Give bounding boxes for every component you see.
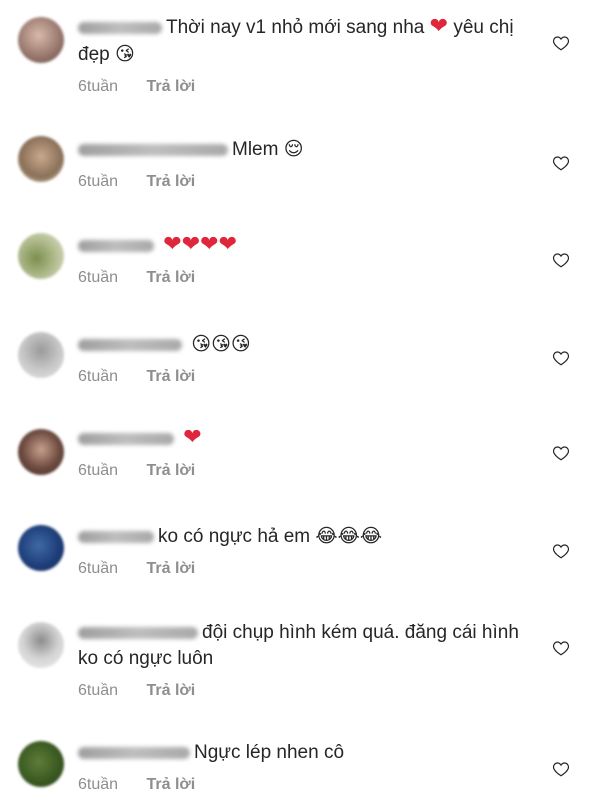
comment-list: Thời nay v1 nhỏ mới sang nha ❤ yêu chị đ…	[0, 0, 600, 798]
comment-item: đội chụp hình kém quá. đăng cái hình ko …	[0, 598, 600, 718]
comment-text: ❤❤❤❤	[78, 232, 530, 259]
heart-outline-icon	[552, 641, 570, 656]
reply-button[interactable]: Trả lời	[147, 269, 196, 286]
username[interactable]	[78, 530, 154, 543]
red-heart-emoji: ❤	[181, 232, 201, 257]
comment-time: 6tuần	[78, 269, 119, 286]
heart-outline-icon	[552, 351, 570, 366]
red-heart-emoji: ❤	[218, 232, 238, 257]
username[interactable]	[78, 338, 182, 351]
reply-button[interactable]: Trả lời	[147, 560, 196, 577]
heart-outline-icon	[552, 762, 570, 777]
comment-meta: 6tuần Trả lời	[78, 776, 530, 794]
comment-item: Ngực lép nhen cô 6tuần Trả lời	[0, 718, 600, 798]
username[interactable]	[78, 626, 198, 639]
comment-meta: 6tuần Trả lời	[78, 462, 530, 480]
red-heart-emoji: ❤	[163, 232, 182, 257]
like-button[interactable]	[550, 637, 572, 659]
comment-item: ❤❤❤❤ 6tuần Trả lời	[0, 210, 600, 307]
comment-meta: 6tuần Trả lời	[78, 682, 520, 700]
relieved-emoji: 😌	[283, 138, 304, 160]
comment-item: 😘😘😘 6tuần Trả lời	[0, 307, 600, 404]
username[interactable]	[78, 746, 190, 759]
comment-text: Ngực lép nhen cô	[78, 740, 530, 766]
avatar[interactable]	[18, 525, 64, 571]
avatar[interactable]	[18, 136, 64, 182]
username[interactable]	[78, 143, 228, 156]
red-heart-emoji: ❤	[429, 14, 449, 39]
comment-meta: 6tuần Trả lời	[78, 269, 530, 287]
avatar[interactable]	[18, 17, 64, 63]
heart-outline-icon	[552, 544, 570, 559]
laughing-emoji: 😂	[337, 525, 360, 547]
comment-time: 6tuần	[78, 560, 119, 577]
kiss-emoji: 😘	[211, 333, 231, 355]
reply-button[interactable]: Trả lời	[147, 462, 196, 479]
username[interactable]	[78, 239, 154, 252]
comment-text: 😘😘😘	[78, 331, 530, 358]
comment-item: ❤ 6tuần Trả lời	[0, 404, 600, 501]
comment-text: ❤	[78, 425, 530, 452]
comment-meta: 6tuần Trả lời	[78, 173, 530, 191]
comment-time: 6tuần	[78, 173, 119, 190]
username[interactable]	[78, 432, 174, 445]
comment-time: 6tuần	[78, 462, 119, 479]
kiss-emoji: 😘	[230, 333, 251, 355]
comment-text: đội chụp hình kém quá. đăng cái hình ko …	[78, 622, 519, 669]
kiss-emoji: 😘	[191, 333, 212, 355]
username[interactable]	[78, 21, 162, 34]
comment-time: 6tuần	[78, 368, 119, 385]
reply-button[interactable]: Trả lời	[147, 173, 196, 190]
laughing-emoji: 😂	[315, 525, 338, 547]
comment-time: 6tuần	[78, 682, 119, 699]
comment-item: Mlem 😌 6tuần Trả lời	[0, 110, 600, 210]
heart-outline-icon	[552, 156, 570, 171]
like-button[interactable]	[550, 249, 572, 271]
heart-outline-icon	[552, 446, 570, 461]
comment-text: Mlem 😌	[78, 136, 530, 163]
like-button[interactable]	[550, 442, 572, 464]
reply-button[interactable]: Trả lời	[147, 78, 196, 95]
avatar[interactable]	[18, 233, 64, 279]
avatar[interactable]	[18, 741, 64, 787]
heart-outline-icon	[552, 36, 570, 51]
like-button[interactable]	[550, 152, 572, 174]
avatar[interactable]	[18, 429, 64, 475]
comment-text: Thời nay v1 nhỏ mới sang nha ❤ yêu chị đ…	[78, 14, 514, 65]
like-button[interactable]	[550, 32, 572, 54]
avatar[interactable]	[18, 332, 64, 378]
reply-button[interactable]: Trả lời	[147, 682, 196, 699]
comment-time: 6tuần	[78, 776, 119, 793]
comment-item: ko có ngực hả em 😂😂😂 6tuần Trả lời	[0, 501, 600, 598]
like-button[interactable]	[550, 758, 572, 780]
heart-outline-icon	[552, 253, 570, 268]
like-button[interactable]	[550, 347, 572, 369]
avatar[interactable]	[18, 622, 64, 668]
reply-button[interactable]: Trả lời	[147, 776, 196, 793]
like-button[interactable]	[550, 540, 572, 562]
reply-button[interactable]: Trả lời	[147, 368, 196, 385]
comment-time: 6tuần	[78, 78, 119, 95]
red-heart-emoji: ❤	[200, 232, 219, 257]
laughing-emoji: 😂	[359, 525, 383, 547]
comment-meta: 6tuần Trả lời	[78, 560, 530, 578]
kiss-emoji: 😘	[114, 43, 135, 65]
comment-text: ko có ngực hả em 😂😂😂	[78, 523, 530, 550]
red-heart-emoji: ❤	[183, 425, 202, 450]
comment-item: Thời nay v1 nhỏ mới sang nha ❤ yêu chị đ…	[0, 0, 600, 110]
comment-meta: 6tuần Trả lời	[78, 78, 530, 96]
comment-meta: 6tuần Trả lời	[78, 368, 530, 386]
